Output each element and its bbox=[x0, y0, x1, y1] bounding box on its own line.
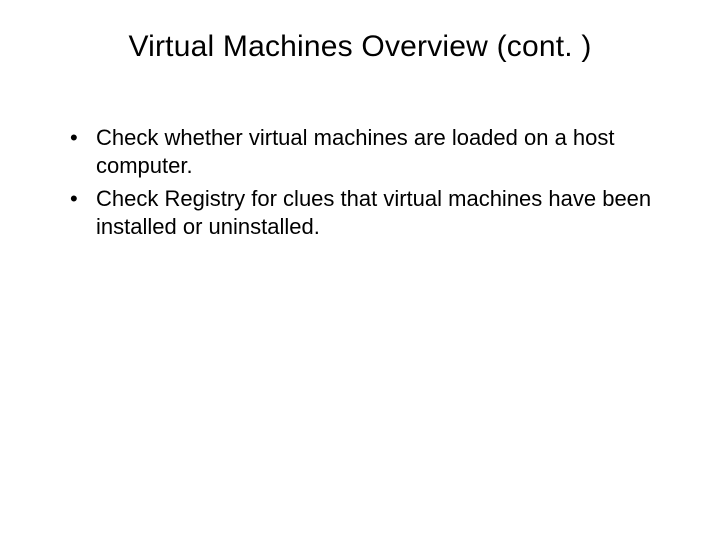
bullet-list: Check whether virtual machines are loade… bbox=[40, 124, 680, 240]
list-item: Check whether virtual machines are loade… bbox=[70, 124, 670, 179]
slide-title: Virtual Machines Overview (cont. ) bbox=[40, 30, 680, 64]
list-item: Check Registry for clues that virtual ma… bbox=[70, 185, 670, 240]
slide: Virtual Machines Overview (cont. ) Check… bbox=[0, 0, 720, 540]
